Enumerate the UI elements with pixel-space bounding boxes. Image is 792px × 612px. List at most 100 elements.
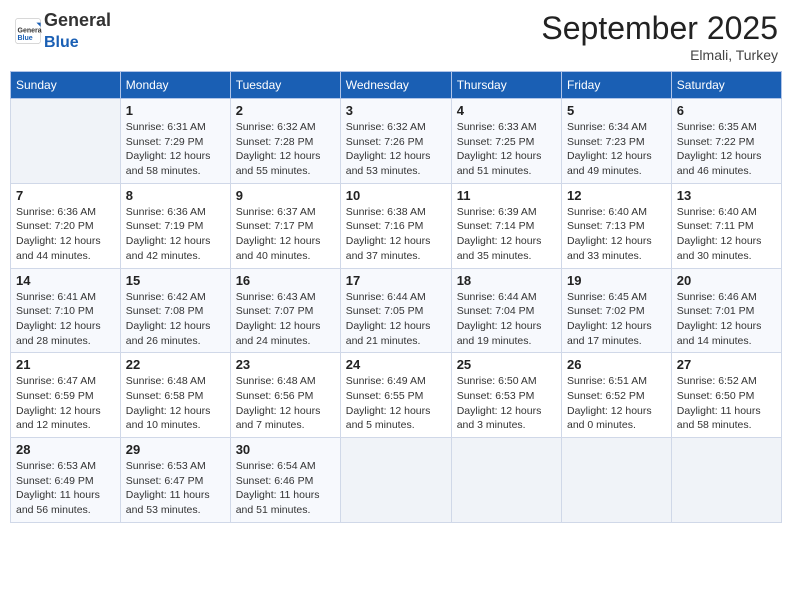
day-number: 6 (677, 103, 776, 118)
calendar-cell: 11 Sunrise: 6:39 AM Sunset: 7:14 PM Dayli… (451, 183, 561, 268)
day-info: Sunrise: 6:48 AM Sunset: 6:56 PM Dayligh… (236, 374, 335, 433)
day-number: 18 (457, 273, 556, 288)
calendar-cell: 17Sunrise: 6:44 AM Sunset: 7:05 PM Dayli… (340, 268, 451, 353)
calendar-cell: 29 Sunrise: 6:53 AM Sunset: 6:47 PM Dayli… (120, 438, 230, 523)
calendar-week-row: 14 Sunrise: 6:41 AM Sunset: 7:10 PM Dayli… (11, 268, 782, 353)
day-number: 28 (16, 442, 115, 457)
header-wednesday: Wednesday (340, 72, 451, 99)
day-number: 20 (677, 273, 776, 288)
calendar-cell: 5 Sunrise: 6:34 AM Sunset: 7:23 PM Daylig… (561, 99, 671, 184)
day-info: Sunrise: 6:45 AM Sunset: 7:02 PM Dayligh… (567, 290, 666, 349)
day-number: 19 (567, 273, 666, 288)
svg-text:Blue: Blue (18, 35, 33, 42)
day-info: Sunrise: 6:48 AM Sunset: 6:58 PM Dayligh… (126, 374, 225, 433)
calendar-cell: 16Sunrise: 6:43 AM Sunset: 7:07 PM Dayli… (230, 268, 340, 353)
calendar-cell: 22 Sunrise: 6:48 AM Sunset: 6:58 PM Dayli… (120, 353, 230, 438)
day-info: Sunrise: 6:43 AM Sunset: 7:07 PM Dayligh… (236, 290, 335, 349)
day-info: Sunrise: 6:44 AM Sunset: 7:05 PM Dayligh… (346, 290, 446, 349)
calendar-cell: 20 Sunrise: 6:46 AM Sunset: 7:01 PM Dayli… (671, 268, 781, 353)
calendar-cell: 9 Sunrise: 6:37 AM Sunset: 7:17 PM Daylig… (230, 183, 340, 268)
logo-blue-text: Blue (44, 34, 79, 51)
calendar-cell: 7 Sunrise: 6:36 AM Sunset: 7:20 PM Daylig… (11, 183, 121, 268)
day-info: Sunrise: 6:53 AM Sunset: 6:49 PM Dayligh… (16, 459, 115, 518)
day-info: Sunrise: 6:40 AM Sunset: 7:11 PM Dayligh… (677, 205, 776, 264)
day-info: Sunrise: 6:50 AM Sunset: 6:53 PM Dayligh… (457, 374, 556, 433)
day-number: 7 (16, 188, 115, 203)
day-number: 13 (677, 188, 776, 203)
day-info: Sunrise: 6:37 AM Sunset: 7:17 PM Dayligh… (236, 205, 335, 264)
day-info: Sunrise: 6:54 AM Sunset: 6:46 PM Dayligh… (236, 459, 335, 518)
calendar-header-row: SundayMondayTuesdayWednesdayThursdayFrid… (11, 72, 782, 99)
day-info: Sunrise: 6:47 AM Sunset: 6:59 PM Dayligh… (16, 374, 115, 433)
logo-general-text: General (44, 10, 111, 30)
day-number: 22 (126, 357, 225, 372)
day-number: 1 (126, 103, 225, 118)
day-info: Sunrise: 6:33 AM Sunset: 7:25 PM Dayligh… (457, 120, 556, 179)
location: Elmali, Turkey (541, 47, 778, 63)
header-monday: Monday (120, 72, 230, 99)
day-number: 11 (457, 188, 556, 203)
day-number: 9 (236, 188, 335, 203)
title-block: September 2025 Elmali, Turkey (541, 10, 778, 63)
day-number: 21 (16, 357, 115, 372)
day-info: Sunrise: 6:44 AM Sunset: 7:04 PM Dayligh… (457, 290, 556, 349)
calendar-cell: 1 Sunrise: 6:31 AM Sunset: 7:29 PM Daylig… (120, 99, 230, 184)
calendar-cell: 27 Sunrise: 6:52 AM Sunset: 6:50 PM Dayli… (671, 353, 781, 438)
day-info: Sunrise: 6:34 AM Sunset: 7:23 PM Dayligh… (567, 120, 666, 179)
day-number: 29 (126, 442, 225, 457)
calendar-cell: 30 Sunrise: 6:54 AM Sunset: 6:46 PM Dayli… (230, 438, 340, 523)
day-number: 24 (346, 357, 446, 372)
day-number: 3 (346, 103, 446, 118)
calendar-cell: 10 Sunrise: 6:38 AM Sunset: 7:16 PM Dayli… (340, 183, 451, 268)
calendar-cell (11, 99, 121, 184)
calendar-cell: 13 Sunrise: 6:40 AM Sunset: 7:11 PM Dayli… (671, 183, 781, 268)
header-thursday: Thursday (451, 72, 561, 99)
calendar-cell: 6 Sunrise: 6:35 AM Sunset: 7:22 PM Daylig… (671, 99, 781, 184)
calendar-week-row: 1 Sunrise: 6:31 AM Sunset: 7:29 PM Daylig… (11, 99, 782, 184)
day-info: Sunrise: 6:52 AM Sunset: 6:50 PM Dayligh… (677, 374, 776, 433)
day-info: Sunrise: 6:53 AM Sunset: 6:47 PM Dayligh… (126, 459, 225, 518)
day-number: 14 (16, 273, 115, 288)
svg-text:General: General (18, 27, 43, 34)
day-info: Sunrise: 6:38 AM Sunset: 7:16 PM Dayligh… (346, 205, 446, 264)
day-number: 4 (457, 103, 556, 118)
day-info: Sunrise: 6:36 AM Sunset: 7:19 PM Dayligh… (126, 205, 225, 264)
day-info: Sunrise: 6:49 AM Sunset: 6:55 PM Dayligh… (346, 374, 446, 433)
calendar-cell: 15Sunrise: 6:42 AM Sunset: 7:08 PM Dayli… (120, 268, 230, 353)
calendar-cell: 24 Sunrise: 6:49 AM Sunset: 6:55 PM Dayli… (340, 353, 451, 438)
page-header: General Blue General Blue September 2025… (10, 10, 782, 63)
header-tuesday: Tuesday (230, 72, 340, 99)
calendar-cell: 12Sunrise: 6:40 AM Sunset: 7:13 PM Dayli… (561, 183, 671, 268)
day-number: 12 (567, 188, 666, 203)
calendar-cell: 19 Sunrise: 6:45 AM Sunset: 7:02 PM Dayli… (561, 268, 671, 353)
day-info: Sunrise: 6:46 AM Sunset: 7:01 PM Dayligh… (677, 290, 776, 349)
header-saturday: Saturday (671, 72, 781, 99)
day-number: 26 (567, 357, 666, 372)
day-number: 23 (236, 357, 335, 372)
calendar-cell: 2Sunrise: 6:32 AM Sunset: 7:28 PM Daylig… (230, 99, 340, 184)
day-number: 30 (236, 442, 335, 457)
month-title: September 2025 (541, 10, 778, 47)
day-info: Sunrise: 6:36 AM Sunset: 7:20 PM Dayligh… (16, 205, 115, 264)
calendar-week-row: 21 Sunrise: 6:47 AM Sunset: 6:59 PM Dayli… (11, 353, 782, 438)
calendar-cell: 14 Sunrise: 6:41 AM Sunset: 7:10 PM Dayli… (11, 268, 121, 353)
day-info: Sunrise: 6:41 AM Sunset: 7:10 PM Dayligh… (16, 290, 115, 349)
calendar-cell: 28 Sunrise: 6:53 AM Sunset: 6:49 PM Dayli… (11, 438, 121, 523)
calendar-week-row: 28 Sunrise: 6:53 AM Sunset: 6:49 PM Dayli… (11, 438, 782, 523)
calendar-table: SundayMondayTuesdayWednesdayThursdayFrid… (10, 71, 782, 523)
day-number: 10 (346, 188, 446, 203)
calendar-cell: 21 Sunrise: 6:47 AM Sunset: 6:59 PM Dayli… (11, 353, 121, 438)
day-number: 5 (567, 103, 666, 118)
day-info: Sunrise: 6:35 AM Sunset: 7:22 PM Dayligh… (677, 120, 776, 179)
calendar-cell: 25Sunrise: 6:50 AM Sunset: 6:53 PM Dayli… (451, 353, 561, 438)
day-number: 8 (126, 188, 225, 203)
day-info: Sunrise: 6:51 AM Sunset: 6:52 PM Dayligh… (567, 374, 666, 433)
calendar-cell: 18 Sunrise: 6:44 AM Sunset: 7:04 PM Dayli… (451, 268, 561, 353)
day-info: Sunrise: 6:32 AM Sunset: 7:26 PM Dayligh… (346, 120, 446, 179)
calendar-cell: 26 Sunrise: 6:51 AM Sunset: 6:52 PM Dayli… (561, 353, 671, 438)
day-number: 27 (677, 357, 776, 372)
day-info: Sunrise: 6:31 AM Sunset: 7:29 PM Dayligh… (126, 120, 225, 179)
calendar-cell: 8 Sunrise: 6:36 AM Sunset: 7:19 PM Daylig… (120, 183, 230, 268)
calendar-cell (561, 438, 671, 523)
day-info: Sunrise: 6:39 AM Sunset: 7:14 PM Dayligh… (457, 205, 556, 264)
